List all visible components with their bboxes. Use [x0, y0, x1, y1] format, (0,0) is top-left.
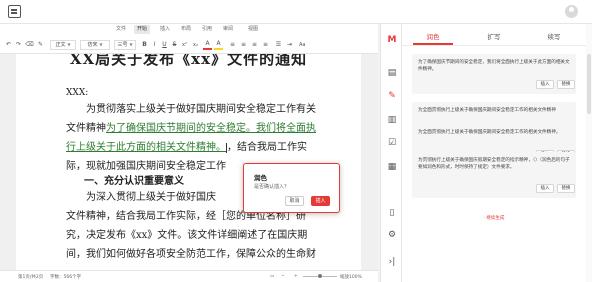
paragraph-line: 行上级关于此方面的相关文件精神。，结合我局工作实	[66, 138, 358, 157]
paragraph-text: 文件精神	[66, 123, 106, 134]
inserted-text: 为了确保国庆节期间的安全稳定。我们将全面执	[106, 123, 316, 134]
tab-expand[interactable]: 扩写	[474, 31, 514, 41]
font-family-select[interactable]: 仿宋 ▼	[80, 40, 110, 50]
redo-icon[interactable]: ↷	[14, 40, 23, 50]
tab-continue[interactable]: 续写	[534, 31, 574, 41]
insert-button[interactable]: 插入	[311, 196, 330, 206]
dialog-title: 润色	[254, 174, 267, 182]
app-window: 文件 开始 插入 布局 引用 审阅 视图 ↶ ↷ ⌫ ✎ 正文 ▼ 仿宋 ▼ 三号 ▼…	[0, 0, 592, 282]
clear-format-icon[interactable]: ⌫	[25, 40, 34, 50]
italic-button[interactable]: I	[150, 40, 159, 50]
magic-pen-icon[interactable]: ✎	[386, 90, 398, 102]
chevron-down-icon: ▼	[67, 42, 71, 47]
layout-icon[interactable]: ▭	[270, 274, 274, 279]
menu-review[interactable]: 审阅	[220, 25, 236, 34]
font-color-button[interactable]: A	[203, 40, 212, 50]
scrollbar-thumb[interactable]	[587, 54, 591, 114]
user-avatar[interactable]	[565, 5, 578, 18]
tool-rail: M ▤ ✎ ▥ ☑ ▦ ▯ ⚙ ›|	[380, 24, 402, 282]
replace-button[interactable]: 替换	[557, 80, 575, 89]
suggestion-card: 为贯彻执行上级关于确保国庆假期安全稳定的指示精神，（）（润色后的句子要如润色和形…	[412, 152, 576, 198]
indent-icon[interactable]: ⇥	[285, 40, 294, 50]
app-menu-icon[interactable]	[8, 5, 21, 18]
zoom-out-icon[interactable]: −	[281, 274, 285, 279]
font-size-select[interactable]: 三号 ▼	[114, 40, 136, 50]
style-select[interactable]: 正文 ▼	[50, 40, 76, 50]
paragraph-line: 为贯彻落实上级关于做好国庆期间安全稳定工作有关	[86, 104, 316, 115]
suggestion-card: 为了确保国庆节期间的安全稳定，我们将全面执行上级关于此方面的相关文件精神。 插入…	[412, 54, 576, 94]
font-family-value: 仿宋	[87, 42, 98, 48]
align-left-icon[interactable]: ≡	[228, 40, 237, 50]
brand-logo-icon: M	[387, 35, 397, 45]
paragraph-line: 间，我们如何做好各项安全防范工作，保障公众的生命财	[66, 249, 316, 260]
section-heading: 一、充分认识重要意义	[84, 176, 184, 187]
document-page[interactable]: XX局关于发布《xx》文件的通知 XXX: 为贯彻落实上级关于做好国庆期间安全稳…	[16, 54, 361, 270]
paragraph-text: ，结合我局工作实	[227, 142, 307, 153]
template-icon[interactable]: ▦	[386, 161, 398, 173]
menu-bar: 文件 开始 插入 布局 引用 审阅 视图	[0, 24, 378, 36]
insert-button[interactable]: 插入	[536, 80, 554, 89]
tab-polish[interactable]: 润色	[413, 31, 453, 41]
file-icon[interactable]: ▯	[386, 207, 398, 219]
document-title: XX局关于发布《xx》文件的通知	[69, 54, 308, 68]
list-icon[interactable]: ☰	[274, 40, 283, 50]
undo-icon[interactable]: ↶	[4, 40, 13, 50]
chevron-down-icon: ▼	[129, 42, 133, 47]
suggestion-text: 为全面贯彻执行上级关于确保国庆期间安全稳定工作的相关文件精神	[418, 108, 556, 113]
menu-view[interactable]: 视图	[245, 25, 261, 34]
format-toolbar: ↶ ↷ ⌫ ✎ 正文 ▼ 仿宋 ▼ 三号 ▼ B I U S x² x₂ A A ≡ …	[0, 36, 378, 54]
suggestion-text: 为贯彻执行上级关于确保国庆假期安全稳定的指示精神，（）（润色后的句子要如润色和形…	[418, 158, 570, 170]
panel-scrollbar[interactable]	[586, 24, 592, 282]
replace-button[interactable]: 替换	[557, 184, 575, 193]
checklist-icon[interactable]: ☑	[386, 137, 398, 149]
menu-file[interactable]: 文件	[113, 25, 129, 34]
insert-confirm-dialog: 润色 是否确认插入？ 取消 插入	[243, 163, 340, 213]
underline-button[interactable]: U	[160, 40, 169, 50]
suggestion-text: 为全面贯彻执行上级关于确保国庆期间安全稳定工作的相关文件精神。	[418, 130, 561, 135]
paragraph-line: 文件精神为了确保国庆节期间的安全稳定。我们将全面执	[66, 119, 358, 138]
strikethrough-button[interactable]: S	[170, 40, 179, 50]
zoom-level: 缩放100%	[340, 275, 362, 280]
change-case-button[interactable]: Aa	[297, 40, 307, 50]
dialog-message: 是否确认插入？	[254, 184, 290, 190]
style-value: 正文	[55, 42, 66, 48]
subscript-button[interactable]: x₂	[191, 40, 200, 50]
menu-insert[interactable]: 插入	[157, 25, 173, 34]
tabs-divider	[402, 45, 586, 46]
suggestion-text: 为了确保国庆节期间的安全稳定，我们将全面执行上级关于此方面的相关文件精神。	[418, 60, 570, 72]
format-painter-icon[interactable]: ✎	[36, 40, 45, 50]
justify-icon[interactable]: ≡	[261, 40, 270, 50]
inserted-text: 行上级关于此方面的相关文件精神。	[66, 142, 226, 153]
document-greeting: XXX:	[66, 88, 89, 98]
zoom-slider-handle[interactable]	[318, 274, 322, 278]
collapse-icon[interactable]: ›|	[386, 256, 398, 268]
settings-icon[interactable]: ⚙	[386, 229, 398, 241]
zoom-in-icon[interactable]: +	[294, 274, 298, 279]
cancel-button[interactable]: 取消	[285, 196, 304, 206]
align-center-icon[interactable]: ≡	[239, 40, 248, 50]
superscript-button[interactable]: x²	[180, 40, 189, 50]
menu-layout[interactable]: 布局	[178, 25, 194, 34]
continue-generate-link[interactable]: · 继续生成	[402, 215, 586, 221]
word-count: 字数：566个字	[50, 275, 82, 280]
library-icon[interactable]: ▥	[386, 114, 398, 126]
page-indicator: 第1页/共2页	[18, 275, 44, 280]
font-size-value: 三号	[117, 42, 128, 48]
bold-button[interactable]: B	[140, 40, 149, 50]
ai-writing-panel: 润色 扩写 续写 为了确保国庆节期间的安全稳定，我们将全面执行上级关于此方面的相…	[402, 24, 586, 282]
chevron-down-icon: ▼	[99, 42, 103, 47]
menu-home[interactable]: 开始	[134, 25, 151, 34]
document-icon[interactable]: ▤	[386, 67, 398, 79]
top-bar	[0, 0, 592, 24]
insert-button[interactable]: 插入	[536, 184, 554, 193]
document-canvas[interactable]: XX局关于发布《xx》文件的通知 XXX: 为贯彻落实上级关于做好国庆期间安全稳…	[0, 54, 378, 270]
paragraph-line: 究，决定发布《xx》文件。该文件详细阐述了在国庆期	[66, 230, 308, 241]
highlight-button[interactable]: A	[214, 40, 223, 50]
status-bar: 第1页/共2页 字数：566个字 ▭ − + 缩放100%	[0, 270, 378, 282]
align-right-icon[interactable]: ≡	[250, 40, 259, 50]
menu-references[interactable]: 引用	[199, 25, 215, 34]
